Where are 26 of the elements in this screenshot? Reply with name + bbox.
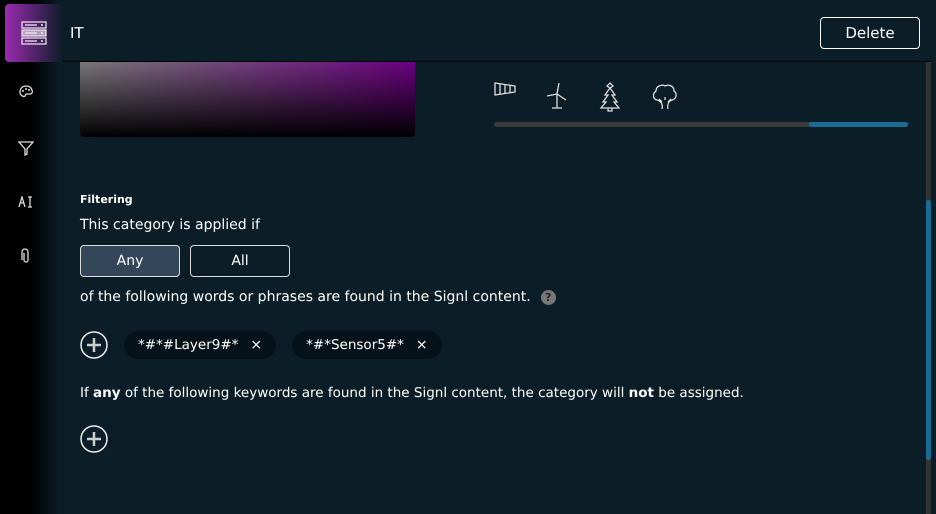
- remove-button[interactable]: ×: [250, 337, 262, 353]
- filter-icon[interactable]: [18, 140, 34, 156]
- category-title: IT: [70, 24, 84, 42]
- keyword-text: *#*Sensor5#*: [306, 337, 404, 353]
- match-mode-toggle[interactable]: All: [190, 245, 290, 277]
- windsock-icon[interactable]: [494, 82, 516, 96]
- filter-description: of the following words or phrases are found in the Signl content.: [80, 289, 531, 305]
- section-heading: Filtering: [80, 193, 134, 206]
- exclude-description: If any of the following keywords are found in the Signl content, the category will not be assigned.: [80, 385, 745, 401]
- server-rack-icon: [21, 20, 47, 44]
- tree-icon[interactable]: [652, 82, 678, 110]
- help-icon[interactable]: ?: [540, 290, 556, 304]
- remove-button[interactable]: ×: [416, 337, 428, 353]
- keyword-text: *#*#Layer9#*: [138, 337, 238, 353]
- delete-button[interactable]: Delete: [820, 16, 920, 48]
- palette-icon[interactable]: [18, 84, 34, 100]
- text-icon[interactable]: [18, 196, 34, 208]
- wind-turbine-icon[interactable]: [546, 82, 568, 110]
- add-icon[interactable]: [80, 425, 108, 453]
- add-icon[interactable]: [80, 331, 108, 359]
- paperclip-icon[interactable]: [21, 248, 31, 264]
- filter-intro: This category is applied if: [80, 217, 262, 233]
- match-mode-toggle[interactable]: Any: [80, 245, 180, 277]
- color-picker-area[interactable]: [80, 62, 415, 137]
- christmas-tree-icon[interactable]: [598, 82, 622, 112]
- scrollbar[interactable]: [926, 62, 931, 514]
